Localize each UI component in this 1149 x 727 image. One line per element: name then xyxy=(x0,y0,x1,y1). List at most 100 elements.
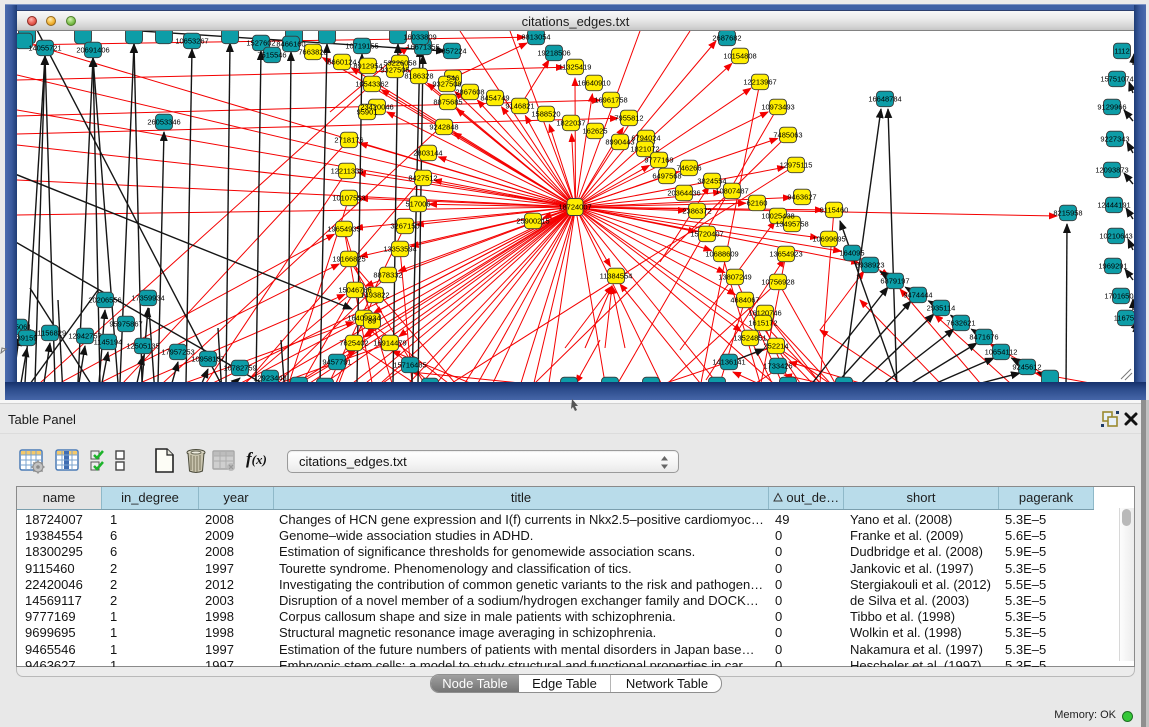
svg-text:13807249: 13807249 xyxy=(718,273,751,282)
svg-text:16640910: 16640910 xyxy=(577,79,610,88)
svg-text:2687682: 2687682 xyxy=(712,34,741,43)
svg-text:10699695: 10699695 xyxy=(812,235,845,244)
svg-text:19166825: 19166825 xyxy=(332,255,365,264)
svg-text:1615172: 1615172 xyxy=(748,319,777,328)
svg-text:12211333: 12211333 xyxy=(331,167,364,176)
svg-text:19654935: 19654935 xyxy=(327,225,360,234)
svg-text:9327508: 9327508 xyxy=(432,80,461,89)
svg-text:1821072: 1821072 xyxy=(630,145,659,154)
svg-text:12093873: 12093873 xyxy=(1095,166,1128,175)
svg-text:7625402: 7625402 xyxy=(339,339,368,348)
svg-text:2935114: 2935114 xyxy=(927,304,956,313)
svg-text:10756928: 10756928 xyxy=(761,278,794,287)
svg-text:8878332: 8878332 xyxy=(373,271,402,280)
svg-text:2718176: 2718176 xyxy=(334,136,363,145)
svg-text:7857224: 7857224 xyxy=(437,47,466,56)
svg-text:1493822: 1493822 xyxy=(360,291,389,300)
svg-text:8215958: 8215958 xyxy=(1053,209,1082,218)
svg-text:517006: 517006 xyxy=(405,200,430,209)
svg-text:1112: 1112 xyxy=(1114,47,1130,56)
svg-text:9242848: 9242848 xyxy=(429,123,458,132)
svg-text:8875685: 8875685 xyxy=(433,98,462,107)
svg-text:20364436: 20364436 xyxy=(667,189,700,198)
svg-text:12975115: 12975115 xyxy=(780,161,813,170)
svg-text:8912954: 8912954 xyxy=(353,62,382,71)
svg-text:1733426: 1733426 xyxy=(763,362,792,371)
svg-text:8471676: 8471676 xyxy=(969,333,998,342)
svg-text:20691406: 20691406 xyxy=(76,46,109,55)
svg-text:10107553: 10107553 xyxy=(332,194,365,203)
svg-text:17957253: 17957253 xyxy=(161,348,194,357)
svg-text:164095: 164095 xyxy=(839,249,864,258)
svg-text:15716485: 15716485 xyxy=(393,361,426,370)
svg-text:95975867: 95975867 xyxy=(109,320,142,329)
svg-text:17016504: 17016504 xyxy=(1104,292,1134,301)
svg-text:10958107: 10958107 xyxy=(191,355,224,364)
svg-text:25900215: 25900215 xyxy=(516,217,549,226)
svg-text:10543362: 10543362 xyxy=(355,80,388,89)
svg-text:15720407: 15720407 xyxy=(690,230,723,239)
svg-text:13654923: 13654923 xyxy=(769,250,802,259)
svg-text:10719155: 10719155 xyxy=(345,42,378,51)
svg-text:16033809: 16033809 xyxy=(403,33,436,42)
svg-text:10688609: 10688609 xyxy=(705,250,738,259)
svg-text:116753: 116753 xyxy=(1114,314,1134,323)
svg-text:4684067: 4684067 xyxy=(730,296,759,305)
svg-text:1145194: 1145194 xyxy=(94,338,123,347)
svg-text:7485063: 7485063 xyxy=(773,131,802,140)
svg-text:10654112: 10654112 xyxy=(985,348,1018,357)
svg-text:6794024: 6794024 xyxy=(631,134,660,143)
svg-text:1588520: 1588520 xyxy=(531,110,560,119)
svg-text:8427512: 8427512 xyxy=(408,174,437,183)
svg-text:11384554: 11384554 xyxy=(600,272,633,281)
svg-text:9115460: 9115460 xyxy=(820,206,849,215)
svg-text:2386372: 2386372 xyxy=(682,207,711,216)
svg-text:6879197: 6879197 xyxy=(880,277,909,286)
svg-text:252214: 252214 xyxy=(763,342,788,351)
svg-text:7632621: 7632621 xyxy=(946,319,975,328)
svg-text:12505135: 12505135 xyxy=(126,342,159,351)
svg-text:8813054: 8813054 xyxy=(521,33,550,42)
svg-text:16782759: 16782759 xyxy=(223,364,256,373)
svg-text:19218506: 19218506 xyxy=(537,49,570,58)
svg-text:9227343: 9227343 xyxy=(1100,135,1129,144)
svg-text:14136141: 14136141 xyxy=(712,358,745,367)
svg-text:9777169: 9777169 xyxy=(644,156,673,165)
svg-text:7515546: 7515546 xyxy=(257,51,286,60)
svg-text:7663822: 7663822 xyxy=(298,48,327,57)
svg-text:9474444: 9474444 xyxy=(903,291,932,300)
svg-text:16648784: 16648784 xyxy=(868,95,901,104)
svg-text:13353594: 13353594 xyxy=(383,245,416,254)
svg-text:6497568: 6497568 xyxy=(652,172,681,181)
svg-text:12213967: 12213967 xyxy=(743,78,776,87)
svg-text:62160: 62160 xyxy=(747,199,768,208)
svg-text:15751074: 15751074 xyxy=(1100,75,1133,84)
svg-text:16120746: 16120746 xyxy=(748,309,781,318)
svg-text:13524851: 13524851 xyxy=(733,334,766,343)
svg-text:8938923: 8938923 xyxy=(855,261,884,270)
svg-text:26053346: 26053346 xyxy=(147,118,180,127)
svg-text:7955812: 7955812 xyxy=(614,114,643,123)
svg-text:162625: 162625 xyxy=(582,127,607,136)
svg-text:17359934: 17359934 xyxy=(131,294,164,303)
svg-text:3824554: 3824554 xyxy=(697,177,726,186)
svg-text:8660124: 8660124 xyxy=(327,58,356,67)
svg-text:95901: 95901 xyxy=(357,108,378,117)
svg-text:16914479: 16914479 xyxy=(373,339,406,348)
svg-text:9457791: 9457791 xyxy=(322,358,351,367)
svg-text:10653267: 10653267 xyxy=(175,37,208,46)
svg-text:10210643: 10210643 xyxy=(1099,232,1132,241)
svg-text:11156829: 11156829 xyxy=(34,329,66,338)
svg-text:89: 89 xyxy=(368,317,376,326)
svg-text:20206556: 20206556 xyxy=(88,296,121,305)
svg-text:14055721: 14055721 xyxy=(28,44,61,53)
svg-text:9463627: 9463627 xyxy=(787,193,816,202)
svg-text:3267150: 3267150 xyxy=(390,222,419,231)
svg-text:10973493: 10973493 xyxy=(761,103,794,112)
svg-text:12444191: 12444191 xyxy=(1097,201,1130,210)
svg-text:8186328: 8186328 xyxy=(404,72,433,81)
svg-text:16671355: 16671355 xyxy=(406,43,439,52)
svg-text:1822037: 1822037 xyxy=(556,119,585,128)
svg-text:13495758: 13495758 xyxy=(775,220,808,229)
svg-text:885061: 885061 xyxy=(17,323,32,332)
